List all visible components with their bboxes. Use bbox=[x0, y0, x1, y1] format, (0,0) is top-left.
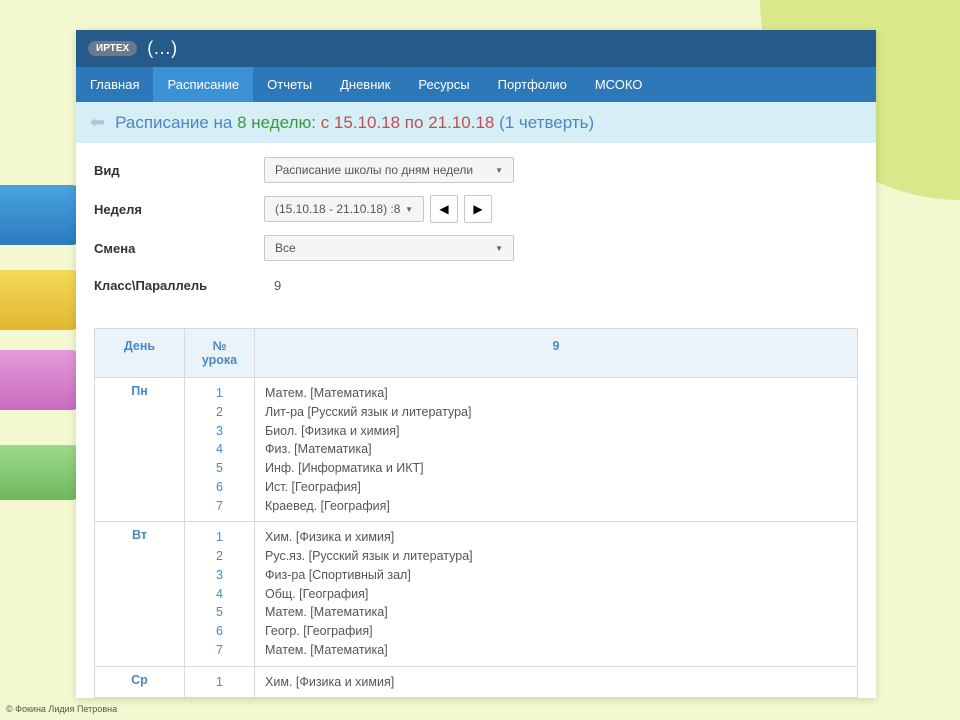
arrow-right-icon: ▶ bbox=[473, 202, 482, 216]
decor-ribbon-yellow bbox=[0, 270, 80, 330]
subjects-cell: Матем. [Математика]Лит-ра [Русский язык … bbox=[255, 378, 858, 522]
arrow-left-icon: ◀ bbox=[439, 202, 448, 216]
nav-item-3[interactable]: Дневник bbox=[326, 67, 404, 102]
subject-entry: Краевед. [География] bbox=[265, 497, 847, 516]
filter-label-shift: Смена bbox=[94, 241, 264, 256]
nav-item-2[interactable]: Отчеты bbox=[253, 67, 326, 102]
title-prefix: Расписание на bbox=[115, 113, 237, 132]
lesson-number: 7 bbox=[195, 641, 244, 660]
nav-item-5[interactable]: Портфолио bbox=[484, 67, 581, 102]
subject-entry: Хим. [Физика и химия] bbox=[265, 673, 847, 692]
table-row: Вт1234567Хим. [Физика и химия]Рус.яз. [Р… bbox=[95, 522, 858, 666]
col-header-lesson-no: № урока bbox=[185, 329, 255, 378]
decor-ribbon-pink bbox=[0, 350, 80, 410]
schedule-table: День № урока 9 Пн1234567Матем. [Математи… bbox=[94, 328, 858, 698]
chevron-down-icon: ▼ bbox=[495, 244, 503, 253]
filter-label-week: Неделя bbox=[94, 202, 264, 217]
lesson-number: 3 bbox=[195, 566, 244, 585]
decor-ribbon-green bbox=[0, 445, 80, 500]
lesson-number: 5 bbox=[195, 459, 244, 478]
main-nav: ГлавнаяРасписаниеОтчетыДневникРесурсыПор… bbox=[76, 67, 876, 102]
lesson-numbers-cell: 1 bbox=[185, 666, 255, 698]
title-week: 8 неделю: bbox=[237, 113, 321, 132]
lesson-number: 6 bbox=[195, 478, 244, 497]
nav-item-6[interactable]: МСОКО bbox=[581, 67, 657, 102]
subject-entry: Биол. [Физика и химия] bbox=[265, 422, 847, 441]
table-header-row: День № урока 9 bbox=[95, 329, 858, 378]
lesson-number: 4 bbox=[195, 585, 244, 604]
filter-label-class: Класс\Параллель bbox=[94, 278, 264, 293]
subject-entry: Инф. [Информатика и ИКТ] bbox=[265, 459, 847, 478]
back-arrow-icon[interactable]: ⬅ bbox=[90, 112, 105, 133]
lesson-number: 3 bbox=[195, 422, 244, 441]
subject-entry: Физ. [Математика] bbox=[265, 440, 847, 459]
shift-select-value: Все bbox=[275, 241, 296, 255]
subject-entry: Рус.яз. [Русский язык и литература] bbox=[265, 547, 847, 566]
lesson-numbers-cell: 1234567 bbox=[185, 522, 255, 666]
chevron-down-icon: ▼ bbox=[405, 205, 413, 214]
logo-badge: ИРТЕХ bbox=[88, 41, 137, 56]
chevron-down-icon: ▼ bbox=[495, 166, 503, 175]
filters-panel: Вид Расписание школы по дням недели ▼ Не… bbox=[76, 143, 876, 324]
lesson-number: 2 bbox=[195, 403, 244, 422]
day-cell: Пн bbox=[95, 378, 185, 522]
subjects-cell: Хим. [Физика и химия]Рус.яз. [Русский яз… bbox=[255, 522, 858, 666]
col-header-day: День bbox=[95, 329, 185, 378]
title-quarter: (1 четверть) bbox=[499, 113, 594, 132]
subject-entry: Матем. [Математика] bbox=[265, 384, 847, 403]
lesson-number: 6 bbox=[195, 622, 244, 641]
day-cell: Ср bbox=[95, 666, 185, 698]
day-cell: Вт bbox=[95, 522, 185, 666]
subject-entry: Лит-ра [Русский язык и литература] bbox=[265, 403, 847, 422]
subject-entry: Геогр. [География] bbox=[265, 622, 847, 641]
filter-row-class: Класс\Параллель 9 bbox=[94, 273, 858, 298]
subject-entry: Общ. [География] bbox=[265, 585, 847, 604]
view-select-value: Расписание школы по дням недели bbox=[275, 163, 473, 177]
shift-select[interactable]: Все ▼ bbox=[264, 235, 514, 261]
subject-entry: Ист. [География] bbox=[265, 478, 847, 497]
lesson-number: 4 bbox=[195, 440, 244, 459]
table-row: Пн1234567Матем. [Математика]Лит-ра [Русс… bbox=[95, 378, 858, 522]
lesson-number: 1 bbox=[195, 384, 244, 403]
page-title: Расписание на 8 неделю: с 15.10.18 по 21… bbox=[115, 113, 594, 133]
title-daterange: с 15.10.18 по 21.10.18 bbox=[321, 113, 499, 132]
app-header: ИРТЕХ (…) bbox=[76, 30, 876, 67]
lesson-numbers-cell: 1234567 bbox=[185, 378, 255, 522]
week-prev-button[interactable]: ◀ bbox=[430, 195, 458, 223]
filter-row-shift: Смена Все ▼ bbox=[94, 235, 858, 261]
lesson-number: 5 bbox=[195, 603, 244, 622]
lesson-number: 1 bbox=[195, 673, 244, 692]
app-title-suffix: (…) bbox=[147, 38, 177, 59]
lesson-number: 7 bbox=[195, 497, 244, 516]
subject-entry: Хим. [Физика и химия] bbox=[265, 528, 847, 547]
subject-entry: Матем. [Математика] bbox=[265, 641, 847, 660]
nav-item-1[interactable]: Расписание bbox=[153, 67, 253, 102]
lesson-number: 1 bbox=[195, 528, 244, 547]
filter-label-view: Вид bbox=[94, 163, 264, 178]
filter-row-week: Неделя (15.10.18 - 21.10.18) :8 ▼ ◀ ▶ bbox=[94, 195, 858, 223]
table-row: Ср 1 Хим. [Физика и химия] bbox=[95, 666, 858, 698]
filter-row-view: Вид Расписание школы по дням недели ▼ bbox=[94, 157, 858, 183]
footer-credit: © Фокина Лидия Петровна bbox=[6, 704, 117, 714]
week-select-value: (15.10.18 - 21.10.18) :8 bbox=[275, 202, 400, 216]
app-window: ИРТЕХ (…) ГлавнаяРасписаниеОтчетыДневник… bbox=[76, 30, 876, 698]
decor-ribbon-blue bbox=[0, 185, 80, 245]
class-value: 9 bbox=[264, 273, 291, 298]
subjects-cell: Хим. [Физика и химия] bbox=[255, 666, 858, 698]
nav-item-0[interactable]: Главная bbox=[76, 67, 153, 102]
week-select[interactable]: (15.10.18 - 21.10.18) :8 ▼ bbox=[264, 196, 424, 222]
week-next-button[interactable]: ▶ bbox=[464, 195, 492, 223]
page-title-bar: ⬅ Расписание на 8 неделю: с 15.10.18 по … bbox=[76, 102, 876, 143]
lesson-number: 2 bbox=[195, 547, 244, 566]
col-header-class: 9 bbox=[255, 329, 858, 378]
subject-entry: Матем. [Математика] bbox=[265, 603, 847, 622]
view-select[interactable]: Расписание школы по дням недели ▼ bbox=[264, 157, 514, 183]
subject-entry: Физ-ра [Спортивный зал] bbox=[265, 566, 847, 585]
nav-item-4[interactable]: Ресурсы bbox=[404, 67, 483, 102]
